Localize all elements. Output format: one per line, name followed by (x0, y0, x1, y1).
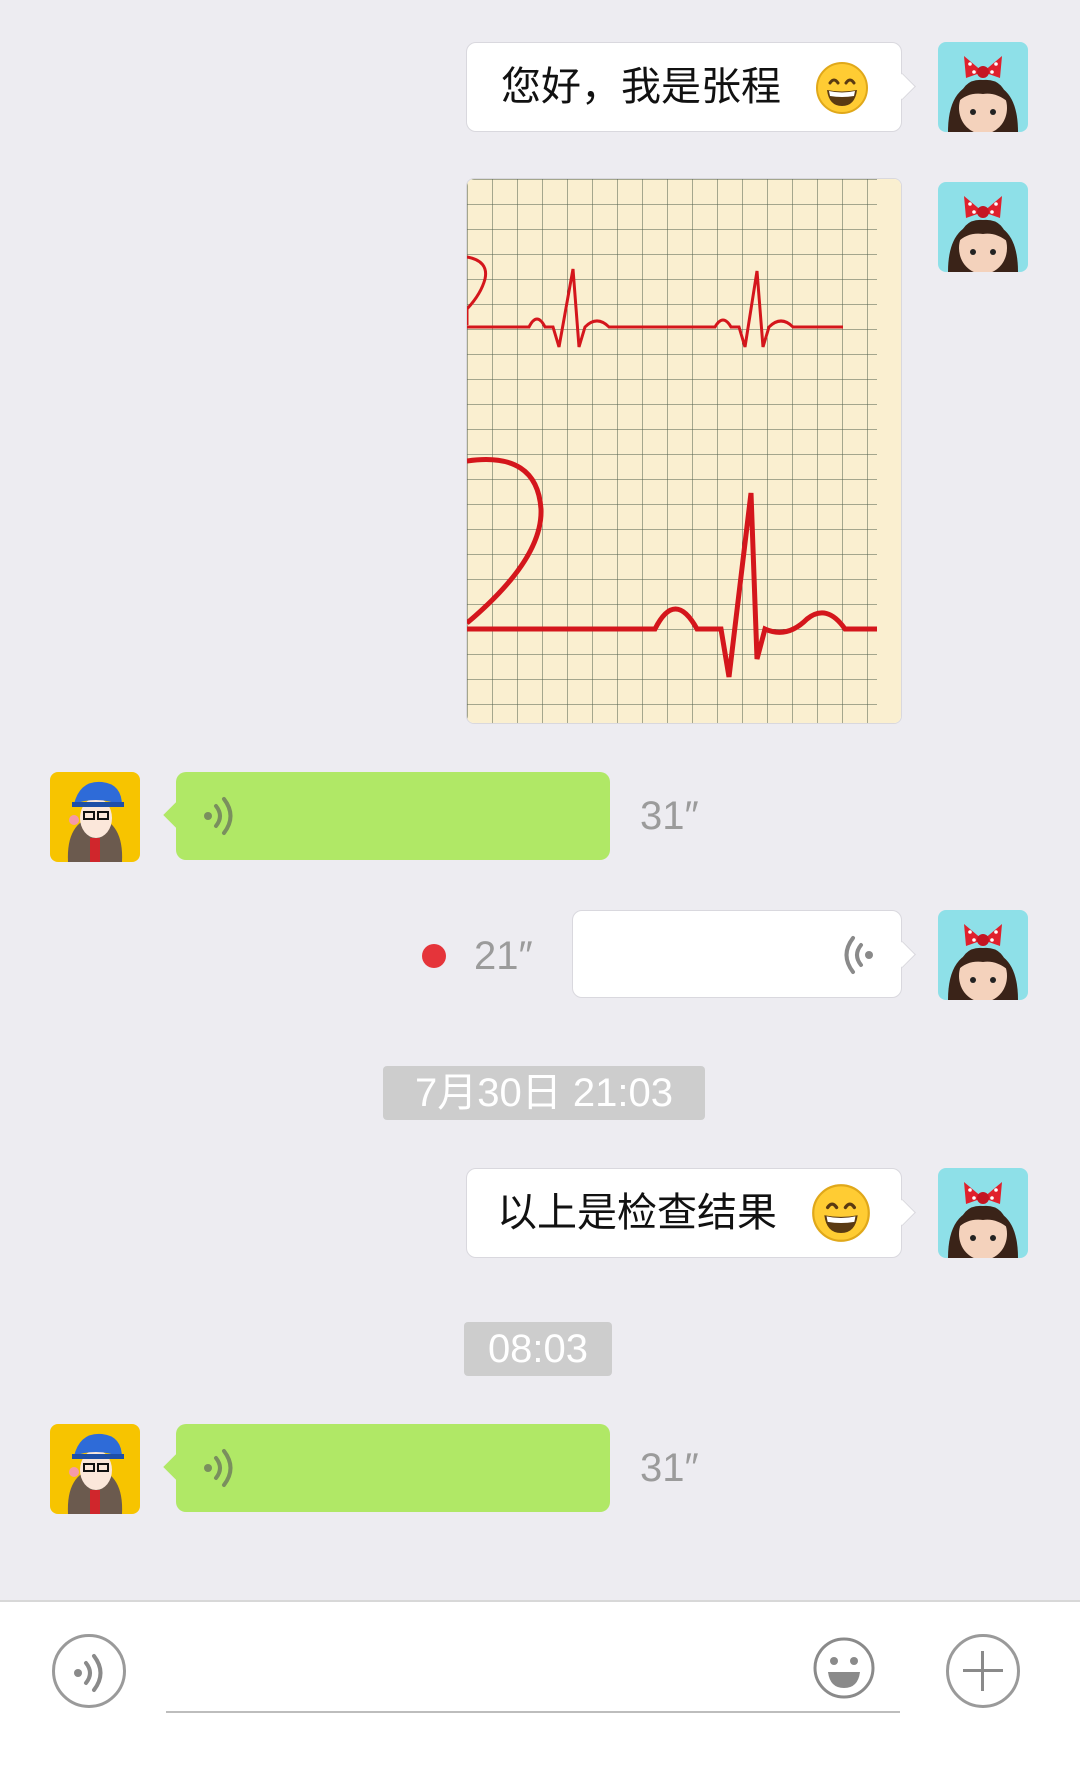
voice-playback-icon (835, 933, 875, 982)
unread-dot (422, 944, 446, 968)
voice-message-bubble[interactable] (572, 910, 902, 998)
my-avatar[interactable] (938, 42, 1028, 132)
ecg-image (467, 179, 901, 723)
timestamp-label: 08:03 (464, 1322, 612, 1376)
my-avatar[interactable] (938, 910, 1028, 1000)
voice-icon (72, 1651, 112, 1700)
timestamp-label: 7月30日 21:03 (383, 1066, 705, 1120)
grinning-face-emoji-icon (811, 1183, 871, 1248)
message-bubble-greeting[interactable]: 您好，我是张程 (466, 42, 902, 132)
voice-message-bubble[interactable] (176, 772, 610, 860)
image-message-bubble[interactable] (466, 178, 902, 724)
grinning-face-emoji-icon (815, 61, 869, 120)
message-text: 您好，我是张程 (501, 65, 781, 109)
my-avatar[interactable] (938, 1168, 1028, 1258)
voice-playback-icon (202, 1446, 242, 1495)
contact-avatar[interactable] (50, 1424, 140, 1514)
voice-duration: 31″ (640, 794, 699, 838)
message-input-field[interactable] (166, 1711, 900, 1713)
more-options-button[interactable] (946, 1634, 1020, 1708)
contact-avatar[interactable] (50, 772, 140, 862)
voice-mode-button[interactable] (52, 1634, 126, 1708)
voice-duration: 21″ (474, 934, 533, 978)
voice-playback-icon (202, 794, 242, 843)
plus-icon (961, 1649, 1005, 1698)
message-bubble-results[interactable]: 以上是检查结果 (466, 1168, 902, 1258)
voice-duration: 31″ (640, 1446, 699, 1490)
voice-message-bubble[interactable] (176, 1424, 610, 1512)
my-avatar[interactable] (938, 182, 1028, 272)
input-bar (0, 1600, 1080, 1770)
smile-icon[interactable] (812, 1636, 876, 1705)
message-text: 以上是检查结果 (497, 1191, 777, 1235)
